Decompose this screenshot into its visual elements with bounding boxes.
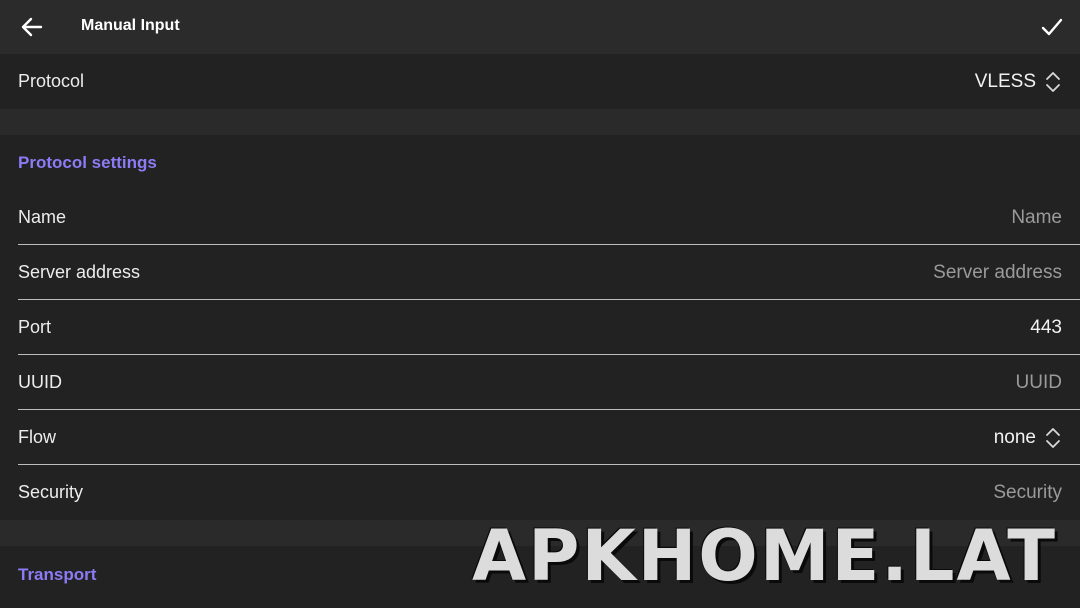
watermark: APKHOME.LAT xyxy=(472,515,1057,597)
protocol-select[interactable]: Protocol VLESS xyxy=(0,54,1080,109)
server-address-input[interactable]: Server address xyxy=(933,245,1062,300)
section-gap xyxy=(0,109,1080,135)
toolbar: Manual Input xyxy=(0,0,1080,54)
section-title-protocol-settings: Protocol settings xyxy=(18,153,157,172)
arrow-left-icon xyxy=(21,17,43,37)
flow-select[interactable]: Flow none xyxy=(0,410,1080,465)
name-field-row[interactable]: Name Name xyxy=(0,190,1080,245)
name-input[interactable]: Name xyxy=(1011,190,1062,245)
name-label: Name xyxy=(18,207,67,227)
port-field-row[interactable]: Port 443 xyxy=(0,300,1080,355)
security-label: Security xyxy=(18,482,84,502)
chevron-up-down-icon xyxy=(1046,428,1060,448)
flow-value[interactable]: none xyxy=(994,410,1036,465)
manual-input-screen: Manual Input Protocol VLESS Protocol set… xyxy=(0,0,1080,608)
check-icon xyxy=(1041,18,1063,36)
security-select[interactable]: Security Security xyxy=(0,465,1080,520)
server-address-label: Server address xyxy=(18,262,141,282)
flow-label: Flow xyxy=(18,427,57,447)
protocol-label: Protocol xyxy=(18,71,85,91)
uuid-field-row[interactable]: UUID UUID xyxy=(0,355,1080,410)
server-address-field-row[interactable]: Server address Server address xyxy=(0,245,1080,300)
back-button[interactable] xyxy=(14,9,50,45)
protocol-value[interactable]: VLESS xyxy=(975,54,1036,109)
uuid-label: UUID xyxy=(18,372,62,392)
section-title-transport: Transport xyxy=(18,565,97,584)
security-value[interactable]: Security xyxy=(993,465,1062,520)
page-title: Manual Input xyxy=(81,17,180,34)
chevron-up-down-icon xyxy=(1046,72,1060,92)
port-label: Port xyxy=(18,317,52,337)
protocol-settings-header: Protocol settings xyxy=(0,135,1080,190)
confirm-button[interactable] xyxy=(1034,9,1070,45)
uuid-input[interactable]: UUID xyxy=(1016,355,1062,410)
port-input[interactable]: 443 xyxy=(1030,300,1062,355)
